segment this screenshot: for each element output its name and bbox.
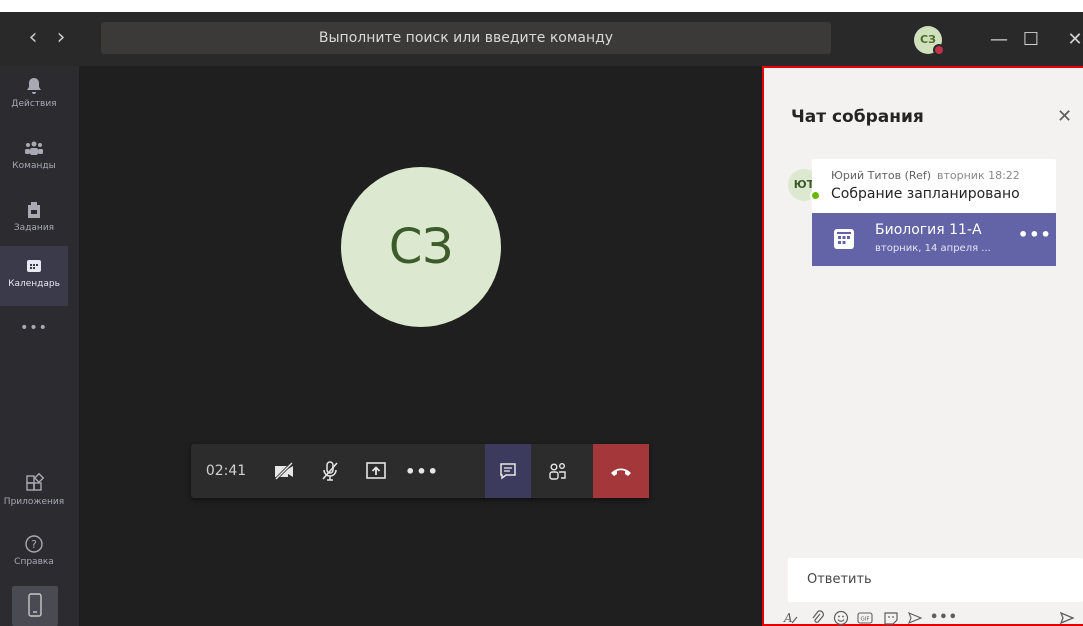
meet-now-icon[interactable]	[906, 610, 924, 626]
share-screen-icon	[366, 462, 386, 479]
close-panel-button[interactable]: ✕	[1057, 106, 1072, 127]
mute-button[interactable]	[307, 444, 353, 498]
svg-text:GIF: GIF	[860, 617, 869, 623]
call-controls: 02:41 •••	[191, 444, 649, 498]
assignments-icon	[28, 202, 40, 218]
gif-icon[interactable]: GIF	[856, 610, 874, 626]
participant-avatar: СЗ	[341, 167, 501, 327]
apps-icon	[26, 473, 45, 491]
rail-item-assignments[interactable]: Задания	[0, 190, 68, 250]
rail-item-more[interactable]: •••	[0, 308, 68, 348]
meeting-stage: СЗ 02:41 •••	[79, 66, 762, 626]
rail-item-teams[interactable]: Команды	[0, 128, 68, 188]
rail-item-apps[interactable]: Приложения	[0, 464, 68, 524]
message-header: Юрий Титов (Ref) вторник 18:22	[831, 169, 1020, 182]
format-icon[interactable]: A	[782, 610, 800, 626]
meeting-date: вторник, 14 апреля ...	[875, 243, 991, 254]
sticker-icon[interactable]	[882, 610, 900, 626]
camera-off-icon	[274, 462, 294, 480]
title-bar: ‹ › Выполните поиск или введите команду …	[0, 0, 1083, 66]
meeting-title: Биология 11-А	[875, 222, 982, 238]
message-text: Собрание запланировано	[831, 186, 1020, 202]
meeting-more-button[interactable]: •••	[1018, 225, 1052, 244]
rail-item-label: Справка	[14, 557, 54, 567]
presence-available-icon	[810, 190, 821, 201]
close-icon: ✕	[1057, 106, 1073, 127]
maximize-button[interactable]: ☐	[1016, 25, 1046, 55]
call-timer: 02:41	[205, 463, 247, 479]
forward-button[interactable]: ›	[50, 22, 72, 54]
meeting-card[interactable]: Биология 11-А вторник, 14 апреля ... •••	[812, 213, 1056, 266]
rail-item-label: Приложения	[3, 497, 65, 507]
app-rail: Действия Команды Задания Календарь ••• П…	[0, 66, 79, 626]
show-chat-button[interactable]	[485, 444, 531, 498]
back-button[interactable]: ‹	[22, 22, 44, 54]
svg-text:?: ?	[31, 538, 37, 551]
chat-icon	[500, 463, 516, 480]
rail-item-calendar[interactable]: Календарь	[0, 246, 68, 306]
reply-placeholder: Ответить	[807, 572, 872, 587]
rail-item-activity[interactable]: Действия	[0, 66, 68, 126]
rail-item-label: Действия	[11, 99, 57, 109]
svg-text:A: A	[783, 611, 793, 625]
reply-input[interactable]: Ответить	[788, 558, 1083, 602]
more-icon: •••	[930, 610, 958, 625]
hang-up-icon	[611, 468, 631, 476]
search-input[interactable]: Выполните поиск или введите команду	[101, 22, 831, 54]
help-icon: ?	[25, 535, 43, 553]
share-screen-button[interactable]	[353, 444, 399, 498]
attach-icon[interactable]	[808, 610, 826, 626]
meeting-chat-panel: Чат собрания ✕ ЮТ Юрий Титов (Ref) вторни…	[762, 66, 1083, 626]
teams-icon	[25, 141, 43, 155]
send-icon	[1059, 611, 1075, 625]
compose-toolbar: A GIF •••	[783, 608, 1083, 626]
more-actions-button[interactable]: •••	[399, 444, 445, 498]
device-button[interactable]	[12, 586, 58, 626]
message-timestamp: вторник 18:22	[937, 169, 1020, 182]
participants-icon	[549, 463, 566, 480]
teams-window: ‹ › Выполните поиск или введите команду …	[0, 0, 1083, 626]
calendar-icon	[27, 260, 41, 272]
bell-icon	[27, 78, 41, 94]
more-options-icon[interactable]: •••	[930, 610, 957, 626]
camera-off-button[interactable]	[261, 444, 307, 498]
chat-message: Юрий Титов (Ref) вторник 18:22 Собрание з…	[812, 159, 1056, 213]
more-icon: •••	[20, 320, 48, 336]
presence-busy-icon	[933, 44, 945, 56]
rail-item-label: Команды	[12, 161, 56, 171]
participants-button[interactable]	[535, 444, 581, 498]
panel-title: Чат собрания	[791, 107, 924, 127]
message-author: Юрий Титов (Ref)	[831, 169, 932, 182]
rail-item-label: Задания	[13, 223, 55, 233]
send-button[interactable]	[1058, 610, 1076, 626]
close-window-button[interactable]: ✕	[1060, 25, 1083, 55]
hang-up-button[interactable]	[593, 444, 649, 498]
calendar-icon	[834, 229, 854, 249]
rail-item-label: Календарь	[8, 279, 60, 289]
more-icon: •••	[405, 461, 439, 481]
emoji-icon[interactable]	[832, 610, 850, 626]
minimize-button[interactable]: —	[984, 25, 1014, 55]
phone-icon	[28, 593, 42, 617]
mic-off-icon	[322, 461, 338, 481]
rail-item-help[interactable]: ? Справка	[0, 524, 68, 584]
